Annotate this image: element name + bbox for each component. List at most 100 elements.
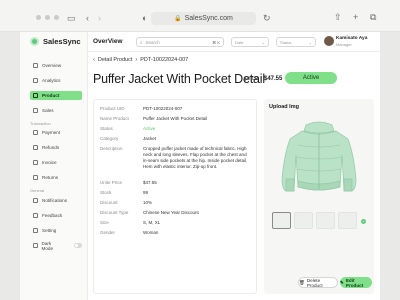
- detail-value: 99: [143, 190, 149, 195]
- product-image[interactable]: [272, 115, 366, 203]
- add-image-icon[interactable]: +: [361, 219, 366, 224]
- sidebar-item-label: Overview: [42, 63, 62, 68]
- sidebar-toggle-icon[interactable]: ▭: [67, 13, 76, 23]
- brand-name: SalesSync: [43, 37, 81, 46]
- sidebar-item-label: Product: [42, 93, 60, 98]
- detail-key: Gender: [100, 230, 116, 235]
- date-placeholder: Date: [235, 39, 244, 45]
- feedback-icon: [33, 213, 38, 218]
- thumbnail[interactable]: [272, 212, 291, 229]
- detail-row: Product UID PDT-10022024-007: [100, 106, 252, 112]
- sidebar-item-label: Analytics: [42, 78, 61, 83]
- search-icon: ⌕: [140, 39, 143, 45]
- section-label-transaction: Transaction: [30, 121, 51, 126]
- search-input[interactable]: ⌕ Search ⌘ K: [136, 37, 224, 47]
- sidebar-item-label: Payment: [42, 130, 61, 135]
- page-section-title: OverView: [93, 38, 123, 45]
- sidebar-item-returns[interactable]: Returns: [30, 173, 82, 182]
- detail-row: Unite Price $47.55: [100, 180, 252, 186]
- sidebar-item-payment[interactable]: Payment: [30, 128, 82, 137]
- delete-product-button[interactable]: 🗑 Delete Product: [298, 277, 338, 288]
- thumbnail[interactable]: [338, 212, 357, 229]
- detail-value: 10%: [143, 200, 153, 205]
- sidebar-item-analytics[interactable]: Analytics: [30, 76, 82, 85]
- back-icon[interactable]: ‹: [86, 13, 89, 23]
- product-details-card: Product UID PDT-10022024-007 Name Produc…: [93, 99, 257, 294]
- sidebar-item-label: Setting: [42, 228, 57, 233]
- thumbnail[interactable]: [316, 212, 335, 229]
- new-tab-icon[interactable]: +: [353, 12, 358, 22]
- sidebar-item-notifications[interactable]: Notifications: [30, 196, 82, 205]
- edit-icon: ✎: [340, 279, 344, 285]
- status-placeholder: Status: [280, 39, 292, 45]
- shield-icon[interactable]: ◐: [142, 13, 147, 23]
- browser-toolbar: ▭ ‹ › ◐ 🔒 SalesSync.com ↻ ⇧ + ⧉: [0, 0, 400, 32]
- user-role: Manager: [336, 42, 352, 47]
- share-icon[interactable]: ⇧: [334, 12, 342, 22]
- status-badge: Active: [285, 72, 337, 84]
- sidebar-item-label: Dark Mode: [41, 240, 54, 251]
- detail-value: Woman: [143, 230, 159, 235]
- breadcrumb-separator: ›: [135, 57, 138, 63]
- tabs-overview-icon[interactable]: ⧉: [370, 12, 376, 22]
- window-zoom-dot[interactable]: [54, 15, 59, 20]
- sidebar-item-dark-mode[interactable]: Dark Mode: [30, 240, 82, 251]
- chevron-down-icon: ⌄: [261, 39, 265, 45]
- detail-key: Category: [100, 136, 119, 141]
- user-name: Kamisato Aya: [336, 36, 368, 41]
- sidebar-item-label: Invoice: [42, 160, 57, 165]
- address-bar[interactable]: 🔒 SalesSync.com: [151, 12, 256, 25]
- detail-key: Stock: [100, 190, 112, 195]
- sidebar-item-setting[interactable]: Setting: [30, 226, 82, 235]
- detail-key: Discount: [100, 200, 118, 205]
- upload-image-panel: Upload Img + 🗑 Delete Product ✎ Edit Pro…: [264, 99, 374, 294]
- detail-row: Description Cropped puffer jacket made o…: [100, 146, 252, 170]
- forward-icon[interactable]: ›: [98, 13, 101, 23]
- avatar[interactable]: [324, 36, 334, 46]
- product-icon: [33, 93, 38, 98]
- window-close-dot[interactable]: [36, 15, 41, 20]
- detail-value: $47.55: [143, 180, 157, 185]
- section-label-general: General: [30, 188, 45, 193]
- window-minimize-dot[interactable]: [45, 15, 50, 20]
- detail-value: Chinese New Year Discount: [143, 210, 199, 215]
- dark-mode-toggle[interactable]: [73, 243, 82, 248]
- detail-value: Cropped puffer jacket made of technical …: [143, 146, 248, 169]
- logo-icon: [30, 37, 39, 46]
- detail-key: Status: [100, 126, 113, 131]
- detail-row: Gender Woman: [100, 230, 252, 236]
- sidebar-item-sales[interactable]: Sales: [30, 106, 82, 115]
- analytics-icon: [33, 78, 38, 83]
- reload-icon[interactable]: ↻: [263, 13, 271, 23]
- sidebar-item-product[interactable]: Product: [30, 91, 82, 100]
- detail-value: Jacket: [143, 136, 157, 141]
- delete-label: Delete Product: [306, 277, 323, 288]
- sidebar-item-feedback[interactable]: Feedback: [30, 211, 82, 220]
- returns-icon: [33, 175, 38, 180]
- sidebar-item-invoice[interactable]: Invoice: [30, 158, 82, 167]
- trash-icon: 🗑: [299, 279, 305, 285]
- detail-row: Stock 99: [100, 190, 252, 196]
- breadcrumb-section[interactable]: Detail Product: [98, 57, 133, 63]
- moon-icon: [33, 243, 38, 248]
- app-window: ▭ ‹ › ◐ 🔒 SalesSync.com ↻ ⇧ + ⧉ SalesSyn…: [0, 0, 400, 300]
- chevron-left-icon[interactable]: ‹: [93, 57, 95, 63]
- detail-row: Category Jacket: [100, 136, 252, 142]
- sidebar-item-refunds[interactable]: Refunds: [30, 143, 82, 152]
- sidebar-item-label: Notifications: [42, 198, 68, 203]
- status-select[interactable]: Status ⌄: [276, 37, 316, 47]
- upload-title: Upload Img: [269, 104, 299, 110]
- detail-key: Discount Type: [100, 210, 129, 215]
- invoice-icon: [33, 160, 38, 165]
- sidebar-item-overview[interactable]: Overview: [30, 61, 82, 70]
- sales-icon: [33, 108, 38, 113]
- brand-logo[interactable]: SalesSync: [30, 37, 81, 46]
- thumbnail[interactable]: [294, 212, 313, 229]
- sidebar-item-label: Feedback: [42, 213, 63, 218]
- date-select[interactable]: Date ⌄: [231, 37, 269, 47]
- detail-key: Unite Price: [100, 180, 123, 185]
- detail-key: Product UID: [100, 106, 125, 111]
- edit-product-button[interactable]: ✎ Edit Product: [340, 277, 372, 288]
- detail-row: Size S, M, XL: [100, 220, 252, 226]
- sidebar-item-label: Returns: [42, 175, 59, 180]
